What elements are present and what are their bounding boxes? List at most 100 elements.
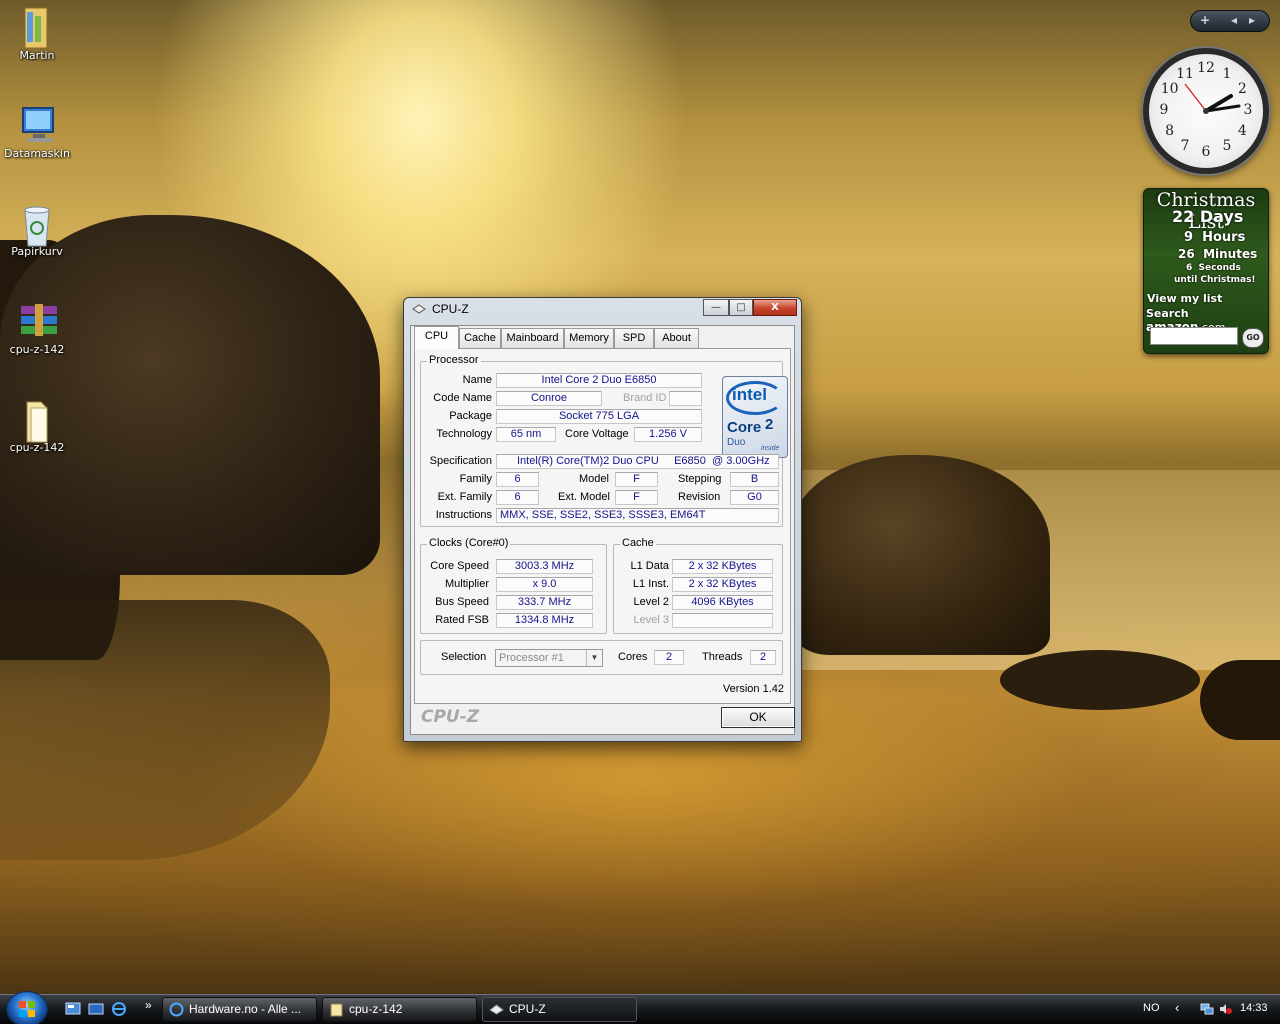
core-number: 2 — [765, 416, 774, 433]
wallpaper-rock-right — [790, 455, 1050, 655]
l1-inst-value: 2 x 32 KBytes — [672, 577, 773, 592]
multiplier-label: Multiplier — [444, 578, 489, 590]
tab-spd[interactable]: SPD — [614, 328, 654, 348]
show-hidden-icons-button[interactable]: ‹ — [1175, 1000, 1179, 1015]
show-desktop-icon[interactable] — [65, 1002, 81, 1016]
desktop-icon-label: Datamaskin — [4, 147, 70, 160]
cpuz-brand-logo: CPU-Z — [421, 707, 480, 727]
task-label: cpu-z-142 — [349, 1002, 403, 1016]
internet-explorer-icon — [169, 1002, 184, 1017]
tab-cpu[interactable]: CPU — [414, 326, 459, 349]
taskbar-item-cpuz[interactable]: CPU-Z — [482, 997, 637, 1022]
tab-cache[interactable]: Cache — [459, 328, 501, 348]
days-count: 22 Days — [1172, 207, 1243, 226]
clock-gadget[interactable]: 12 1 2 3 4 5 6 7 8 9 10 11 — [1143, 48, 1269, 174]
minutes-count: 26 Minutes — [1178, 247, 1257, 261]
volume-muted-icon[interactable] — [1218, 1002, 1232, 1016]
next-gadgets-button[interactable]: ▸ — [1249, 13, 1255, 27]
cpuz-window: CPU-Z — □ X CPU Cache Mainboard Memory S… — [403, 297, 802, 742]
minimize-button[interactable]: — — [703, 299, 729, 316]
ext-model-value: F — [615, 490, 658, 505]
language-indicator[interactable]: NO — [1143, 1002, 1160, 1014]
level3-label: Level 3 — [633, 614, 669, 626]
windows-logo-icon — [19, 1001, 35, 1017]
bus-speed-value: 333.7 MHz — [496, 595, 593, 610]
maximize-button[interactable]: □ — [729, 299, 753, 316]
codename-label: Code Name — [433, 392, 492, 404]
add-gadget-button[interactable]: + — [1200, 13, 1210, 27]
desktop-icon-computer[interactable]: Datamaskin — [0, 104, 74, 160]
tab-memory[interactable]: Memory — [564, 328, 614, 348]
level3-value — [672, 613, 773, 628]
cpu-tab-panel: Processor Name Intel Core 2 Duo E6850 Co… — [414, 348, 791, 704]
internet-explorer-icon[interactable] — [111, 1002, 127, 1016]
name-label: Name — [462, 374, 492, 386]
start-button[interactable] — [6, 991, 48, 1024]
desktop-icon-label: cpu-z-142 — [9, 343, 65, 356]
cores-value: 2 — [654, 650, 684, 665]
previous-gadgets-button[interactable]: ◂ — [1231, 13, 1237, 27]
package-value: Socket 775 LGA — [496, 409, 702, 424]
minutes-value: 26 — [1178, 247, 1195, 261]
cpuz-client-area: CPU Cache Mainboard Memory SPD About Pro… — [410, 325, 795, 735]
task-label: Hardware.no - Alle ... — [189, 1002, 302, 1016]
l1-data-value: 2 x 32 KBytes — [672, 559, 773, 574]
computer-icon — [17, 104, 57, 144]
stepping-label: Stepping — [678, 473, 722, 485]
ok-button[interactable]: OK — [721, 707, 795, 728]
taskbar-item-browser[interactable]: Hardware.no - Alle ... — [162, 997, 317, 1022]
desktop-icon-cpuz-folder[interactable]: cpu-z-142 — [0, 398, 74, 454]
task-label: CPU-Z — [509, 1002, 546, 1016]
until-christmas-text: until Christmas! — [1174, 275, 1256, 285]
threads-value: 2 — [750, 650, 776, 665]
processor-select[interactable]: Processor #1 ▼ — [495, 649, 603, 667]
version-text: Version 1.42 — [722, 683, 784, 695]
specification-label: Specification — [429, 455, 492, 467]
hours-count: 9 Hours — [1184, 230, 1245, 245]
multiplier-value: x 9.0 — [496, 577, 593, 592]
wallpaper-reflection — [0, 600, 330, 860]
quick-launch-overflow-button[interactable]: » — [145, 998, 152, 1012]
minutes-label: Minutes — [1203, 247, 1258, 261]
window-title: CPU-Z — [432, 302, 469, 316]
hours-label: Hours — [1202, 230, 1246, 245]
second-hand — [1184, 83, 1207, 112]
technology-label: Technology — [436, 428, 492, 440]
cache-group-label: Cache — [620, 537, 656, 549]
intel-core2duo-logo: intel Core 2 Duo inside — [722, 376, 788, 458]
cpuz-app-icon — [489, 1004, 504, 1015]
tab-about[interactable]: About — [654, 328, 699, 348]
window-titlebar[interactable]: CPU-Z — □ X — [404, 298, 801, 320]
switch-windows-icon[interactable] — [88, 1002, 104, 1016]
desktop-icon-user-folder[interactable]: Martin — [0, 6, 74, 62]
cache-group: Cache L1 Data 2 x 32 KBytes L1 Inst. 2 x… — [613, 537, 783, 634]
brandid-label: Brand ID — [623, 392, 667, 404]
brandid-value — [669, 391, 702, 406]
cores-label: Cores — [618, 651, 648, 663]
desktop-icon-cpuz-archive[interactable]: cpu-z-142 — [0, 300, 74, 356]
close-button[interactable]: X — [753, 299, 797, 316]
processor-name-value: Intel Core 2 Duo E6850 — [496, 373, 702, 388]
inside-wordmark: inside — [761, 445, 780, 452]
clocks-group: Clocks (Core#0) Core Speed 3003.3 MHz Mu… — [420, 537, 607, 634]
chevron-down-icon[interactable]: ▼ — [586, 650, 602, 666]
taskbar-item-folder[interactable]: cpu-z-142 — [322, 997, 477, 1022]
processor-group-label: Processor — [427, 354, 481, 366]
threads-label: Threads — [702, 651, 743, 663]
days-label: Days — [1199, 207, 1244, 226]
cpuz-app-icon — [412, 304, 426, 314]
desktop-icon-recycle-bin[interactable]: Papirkurv — [0, 202, 74, 258]
view-list-link[interactable]: View my list — [1147, 292, 1222, 305]
tab-mainboard[interactable]: Mainboard — [501, 328, 564, 348]
go-button[interactable]: GO — [1242, 328, 1264, 348]
recycle-bin-icon — [17, 202, 57, 247]
seconds-label: Seconds — [1198, 263, 1241, 273]
wallpaper-rock-left — [0, 215, 380, 575]
seconds-value: 6 — [1186, 263, 1193, 273]
core-speed-value: 3003.3 MHz — [496, 559, 593, 574]
sidebar-gadget-controls: + ◂ ▸ — [1190, 10, 1270, 32]
selection-label: Selection — [441, 651, 487, 663]
amazon-search-input[interactable] — [1150, 327, 1238, 345]
taskbar-clock[interactable]: 14:33 — [1240, 1002, 1268, 1014]
network-icon[interactable] — [1200, 1002, 1214, 1016]
